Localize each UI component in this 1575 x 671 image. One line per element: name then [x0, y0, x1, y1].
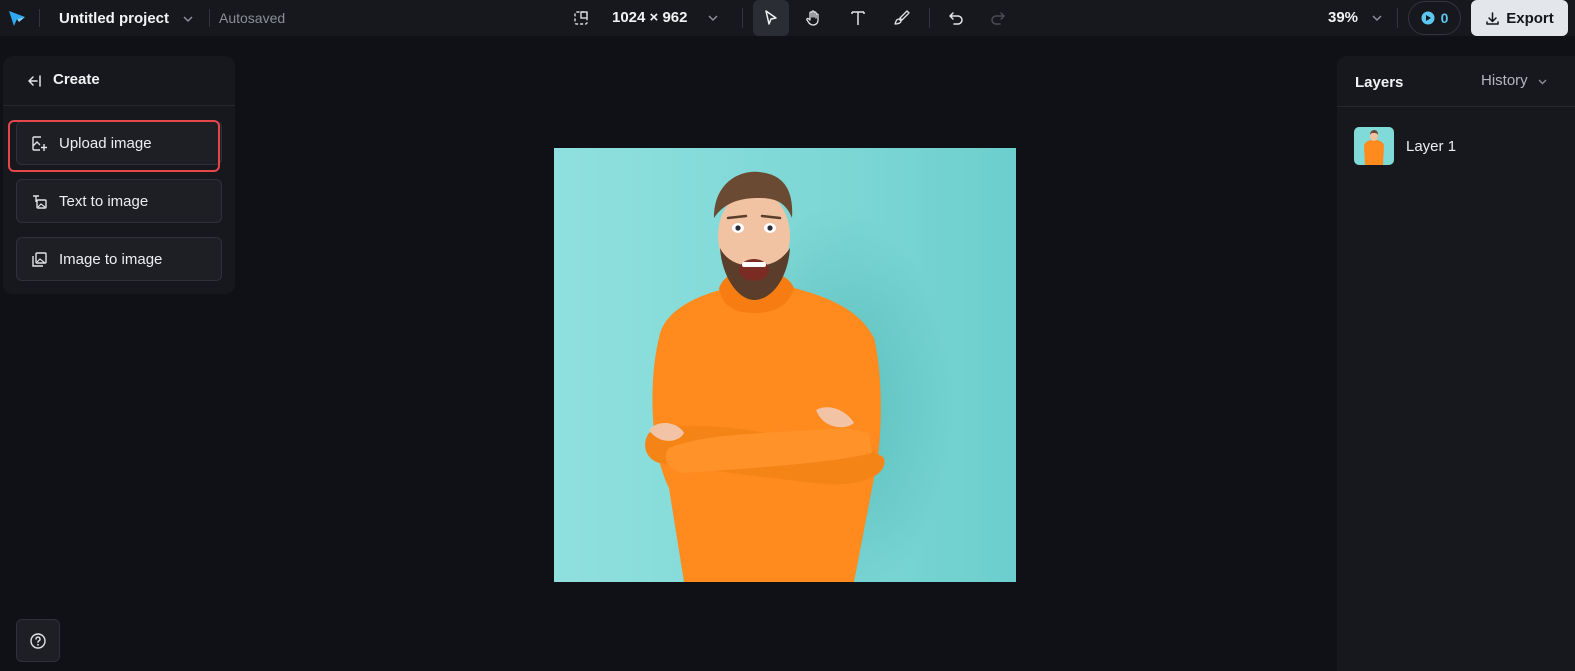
upload-image-label: Upload image — [59, 135, 152, 152]
divider — [39, 9, 40, 27]
project-name[interactable]: Untitled project — [59, 10, 169, 27]
hand-tool-button[interactable] — [795, 0, 831, 36]
canvas-size-selector[interactable]: 1024 × 962 — [612, 9, 688, 26]
select-tool-button[interactable] — [753, 0, 789, 36]
divider — [929, 8, 930, 28]
tab-layers[interactable]: Layers — [1355, 74, 1403, 91]
undo-icon — [949, 12, 963, 25]
canvas-image[interactable] — [554, 148, 1016, 582]
back-arrow-icon[interactable] — [26, 73, 42, 89]
layers-panel-header: Layers History — [1337, 56, 1575, 107]
chevron-down-icon[interactable] — [181, 12, 195, 26]
download-icon — [1486, 11, 1499, 25]
image-to-image-button[interactable]: Image to image — [16, 237, 222, 281]
app-logo-icon[interactable] — [8, 9, 26, 27]
cursor-icon — [765, 10, 777, 25]
text-to-image-label: Text to image — [59, 193, 149, 210]
export-button[interactable]: Export — [1471, 0, 1568, 36]
chevron-down-icon[interactable] — [1370, 11, 1384, 25]
credits-icon — [1421, 11, 1435, 25]
hand-icon — [806, 10, 819, 26]
chevron-down-icon[interactable] — [706, 11, 720, 25]
upload-image-icon — [32, 136, 47, 151]
help-icon — [30, 632, 46, 649]
text-tool-button[interactable] — [840, 0, 876, 36]
tab-history[interactable]: History — [1481, 72, 1528, 89]
divider — [1397, 8, 1398, 28]
divider — [209, 9, 210, 27]
layer-item[interactable]: Layer 1 — [1354, 127, 1554, 167]
zoom-level[interactable]: 39% — [1328, 9, 1358, 26]
panel-title: Create — [53, 71, 100, 88]
credits-count: 0 — [1440, 10, 1449, 26]
image-to-image-label: Image to image — [59, 251, 163, 268]
person-photo — [554, 148, 1016, 582]
credits-badge[interactable]: 0 — [1408, 1, 1461, 35]
upload-image-button[interactable]: Upload image — [16, 121, 222, 165]
redo-icon — [991, 12, 1005, 25]
help-button[interactable] — [16, 619, 60, 662]
brush-icon — [894, 10, 910, 25]
layer-name: Layer 1 — [1406, 138, 1457, 155]
chevron-down-icon[interactable] — [1536, 75, 1549, 88]
top-toolbar: Untitled project Autosaved 1024 × 962 39… — [0, 0, 1575, 36]
text-to-image-icon — [33, 195, 47, 209]
autosave-status: Autosaved — [219, 10, 286, 26]
divider — [742, 8, 743, 28]
image-to-image-icon — [32, 252, 47, 267]
resize-canvas-icon[interactable] — [572, 9, 590, 27]
create-panel-header: Create — [3, 56, 235, 106]
text-icon — [851, 11, 865, 25]
text-to-image-button[interactable]: Text to image — [16, 179, 222, 223]
create-panel: Create Upload image Text to image Image … — [3, 56, 235, 294]
layer-thumbnail — [1354, 127, 1394, 165]
layers-panel: Layers History Layer 1 — [1337, 56, 1575, 671]
brush-tool-button[interactable] — [883, 0, 919, 36]
undo-button[interactable] — [938, 0, 974, 36]
export-label: Export — [1506, 9, 1554, 27]
redo-button[interactable] — [980, 0, 1016, 36]
